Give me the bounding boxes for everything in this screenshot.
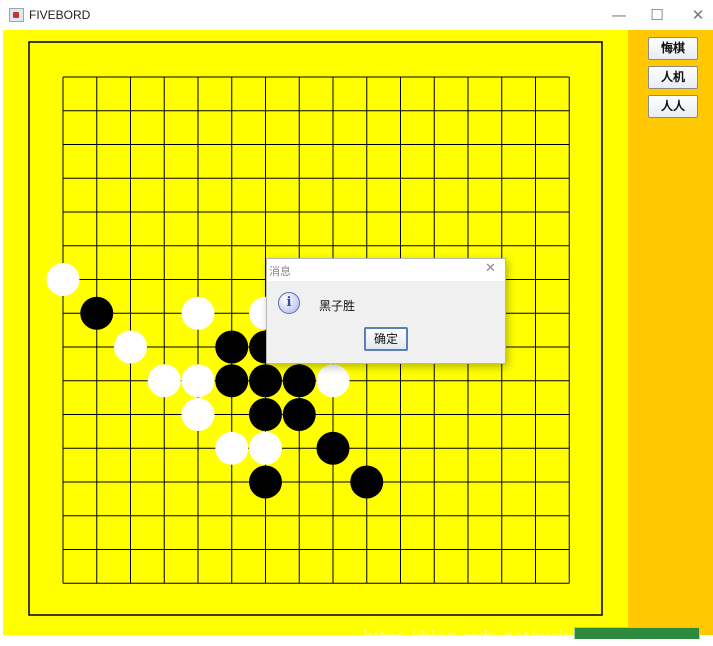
close-button[interactable]: ✕ <box>683 4 713 26</box>
undo-button[interactable]: 悔棋 <box>648 37 698 60</box>
black-stone <box>249 465 282 499</box>
ok-button[interactable]: 确定 <box>364 327 408 351</box>
maximize-button[interactable]: ☐ <box>642 4 672 26</box>
dialog-title: 消息 <box>269 265 291 278</box>
white-stone <box>46 263 80 296</box>
human-vs-computer-button[interactable]: 人机 <box>648 66 698 89</box>
minimize-button[interactable]: — <box>604 4 634 26</box>
white-stone <box>249 431 282 465</box>
dialog-titlebar: 消息 ✕ <box>267 259 505 281</box>
white-stone <box>114 330 147 364</box>
black-stone <box>215 330 249 364</box>
window-title: FIVEBORD <box>29 8 91 22</box>
black-stone <box>249 364 282 398</box>
java-app-icon <box>9 8 24 22</box>
white-stone <box>181 364 215 398</box>
dialog-message: 黑子胜 <box>319 299 356 313</box>
white-stone <box>181 398 215 431</box>
black-stone <box>282 364 316 398</box>
info-icon: i <box>278 292 300 314</box>
black-stone <box>80 296 114 330</box>
dialog-close-button[interactable]: ✕ <box>485 261 496 276</box>
black-stone <box>350 465 384 499</box>
white-stone <box>147 364 181 398</box>
corner-overlay-tab <box>574 627 700 639</box>
human-vs-human-button[interactable]: 人人 <box>648 95 698 118</box>
black-stone <box>282 398 316 431</box>
control-panel: 悔棋 人机 人人 <box>628 30 713 635</box>
white-stone <box>181 296 215 330</box>
white-stone <box>215 431 249 465</box>
white-stone <box>316 364 350 398</box>
black-stone <box>249 398 282 431</box>
window-titlebar: FIVEBORD — ☐ ✕ <box>0 0 713 30</box>
black-stone <box>215 364 249 398</box>
black-stone <box>316 431 350 465</box>
message-dialog: 消息 ✕ i 黑子胜 确定 <box>266 258 506 364</box>
